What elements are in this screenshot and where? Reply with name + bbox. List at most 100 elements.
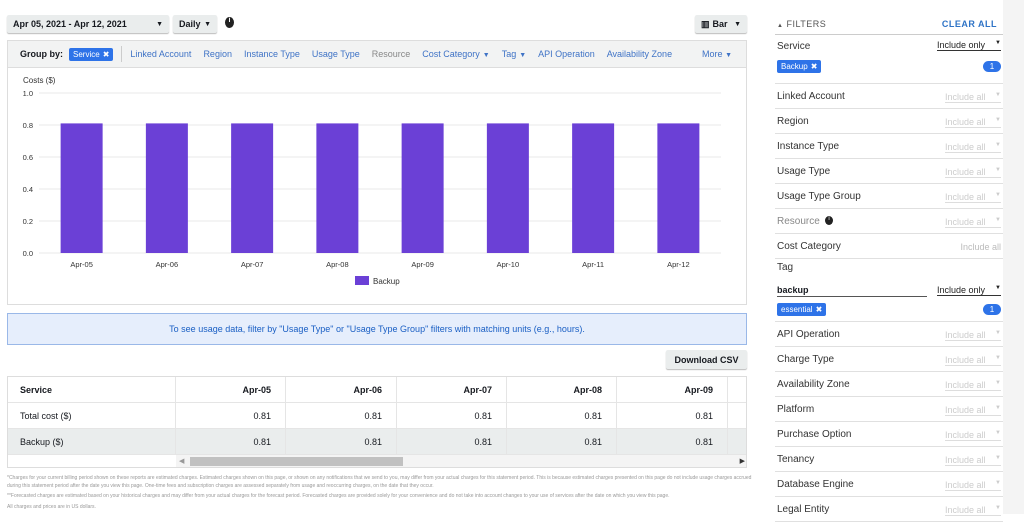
filter-mode-value: Include all xyxy=(945,92,986,102)
caret-down-icon: ▼ xyxy=(995,355,1001,361)
filter-tenancy[interactable]: Tenancy Include all ▼ xyxy=(775,447,1003,472)
filter-mode-select[interactable]: Include all ▼ xyxy=(945,217,1001,228)
bar-Apr-06[interactable] xyxy=(145,123,188,254)
filter-legal-entity[interactable]: Legal Entity Include all ▼ xyxy=(775,497,1003,522)
filter-api-operation[interactable]: API Operation Include all ▼ xyxy=(775,322,1003,347)
x-tick-label: Apr-09 xyxy=(411,260,434,269)
info-icon[interactable]: i xyxy=(825,216,833,225)
filter-mode-value: Include all xyxy=(960,242,1001,252)
filter-mode-value: Include all xyxy=(945,142,986,152)
remove-icon[interactable]: ✖ xyxy=(811,62,818,71)
filter-mode-value: Include only xyxy=(937,40,986,50)
bar-Apr-07[interactable] xyxy=(231,123,274,254)
scroll-left-icon[interactable]: ◀ xyxy=(179,457,184,465)
column-header: Apr-05 xyxy=(176,377,286,402)
filter-availability-zone[interactable]: Availability Zone Include all ▼ xyxy=(775,372,1003,397)
caret-down-icon: ▼ xyxy=(995,405,1001,411)
filter-usage-type-group[interactable]: Usage Type Group Include all ▼ xyxy=(775,184,1003,209)
caret-down-icon: ▼ xyxy=(995,117,1001,123)
filter-mode-select[interactable]: Include all ▼ xyxy=(945,430,1001,441)
filter-region[interactable]: Region Include all ▼ xyxy=(775,109,1003,134)
filters-header[interactable]: ▲ FILTERS xyxy=(777,19,826,29)
column-header: Apr-07 xyxy=(397,377,507,402)
remove-icon[interactable]: ✖ xyxy=(816,305,823,314)
filter-tag: Tag backup Include only ▼ essential ✖ 1 xyxy=(775,259,1003,322)
group-by-option[interactable]: Instance Type xyxy=(244,49,300,59)
filter-chip[interactable]: Backup ✖ xyxy=(777,60,822,73)
filter-label: Tag xyxy=(777,262,794,273)
remove-icon[interactable]: ✖ xyxy=(103,50,110,59)
info-icon[interactable]: i xyxy=(225,17,234,28)
group-by-option[interactable]: Tag ▼ xyxy=(502,49,526,59)
filter-cost-category[interactable]: Cost Category Include all xyxy=(775,234,1003,259)
filter-database-engine[interactable]: Database Engine Include all ▼ xyxy=(775,472,1003,497)
filter-count-badge: 1 xyxy=(983,304,1001,315)
filter-mode-select[interactable]: Include only ▼ xyxy=(937,285,1001,296)
filter-chip[interactable]: essential ✖ xyxy=(777,303,827,316)
filter-instance-type[interactable]: Instance Type Include all ▼ xyxy=(775,134,1003,159)
filter-mode-select[interactable]: Include all ▼ xyxy=(945,117,1001,128)
filter-mode-select[interactable]: Include all ▼ xyxy=(945,380,1001,391)
filter-linked-account[interactable]: Linked Account Include all ▼ xyxy=(775,84,1003,109)
filter-mode-select[interactable]: Include only ▼ xyxy=(937,40,1001,51)
group-by-option[interactable]: API Operation xyxy=(538,49,595,59)
filter-mode-value: Include all xyxy=(945,117,986,127)
page-scroll-area xyxy=(1003,0,1024,514)
table-cell: 0.81 xyxy=(176,403,286,428)
filter-mode-select[interactable]: Include all ▼ xyxy=(945,167,1001,178)
group-by-option[interactable]: Resource xyxy=(372,49,411,59)
bar-Apr-11[interactable] xyxy=(572,123,615,254)
option-label: Usage Type xyxy=(311,49,360,59)
table-cell: Backup ($) xyxy=(8,429,176,454)
filter-mode-select[interactable]: Include all ▼ xyxy=(945,455,1001,466)
legend-label[interactable]: Backup xyxy=(373,277,400,286)
horizontal-scrollbar[interactable]: ◀ ▶ xyxy=(176,455,746,467)
filter-mode-select[interactable]: Include all ▼ xyxy=(945,405,1001,416)
column-header: Apr-08 xyxy=(507,377,617,402)
tag-key-select[interactable]: backup xyxy=(777,285,927,297)
filter-mode-select[interactable]: Include all ▼ xyxy=(945,480,1001,491)
scroll-thumb[interactable] xyxy=(190,457,403,466)
column-header: Apr-06 xyxy=(286,377,397,402)
filter-label: Purchase Option xyxy=(777,429,852,440)
group-by-option[interactable]: Linked Account xyxy=(130,49,191,59)
bar-Apr-08[interactable] xyxy=(316,123,359,254)
granularity-select[interactable]: Daily ▼ xyxy=(173,15,217,33)
filter-charge-type[interactable]: Charge Type Include all ▼ xyxy=(775,347,1003,372)
caret-down-icon: ▼ xyxy=(995,192,1001,198)
filter-mode-select[interactable]: Include all ▼ xyxy=(945,142,1001,153)
chip-label: Service xyxy=(73,49,100,59)
group-by-chip-service[interactable]: Service ✖ xyxy=(69,47,114,61)
group-by-option[interactable]: Availability Zone xyxy=(607,49,672,59)
filters-title: FILTERS xyxy=(786,19,827,29)
filter-label: Availability Zone xyxy=(777,379,850,390)
group-by-option[interactable]: Usage Type xyxy=(312,49,360,59)
filter-mode-select[interactable]: Include all ▼ xyxy=(945,330,1001,341)
bar-Apr-10[interactable] xyxy=(486,123,529,254)
group-by-more[interactable]: More ▼ xyxy=(702,49,732,59)
filter-mode-select[interactable]: Include all ▼ xyxy=(945,192,1001,203)
filter-resource[interactable]: Resource i Include all ▼ xyxy=(775,209,1003,234)
filter-service: Service Include only ▼ Backup ✖ 1 xyxy=(775,34,1003,84)
granularity-value: Daily xyxy=(179,19,201,29)
bar-Apr-05[interactable] xyxy=(60,123,103,254)
clear-all-link[interactable]: CLEAR ALL xyxy=(942,19,997,29)
group-by-option[interactable]: Cost Category ▼ xyxy=(422,49,489,59)
filter-mode-select[interactable]: Include all ▼ xyxy=(945,505,1001,516)
filter-mode-select[interactable]: Include all ▼ xyxy=(945,355,1001,366)
filter-mode-select[interactable]: Include all ▼ xyxy=(945,92,1001,103)
download-csv-button[interactable]: Download CSV xyxy=(666,350,747,369)
caret-down-icon: ▼ xyxy=(995,285,1001,291)
bar-Apr-12[interactable] xyxy=(657,123,700,254)
x-tick-label: Apr-06 xyxy=(156,260,179,269)
group-by-option[interactable]: Region xyxy=(203,49,232,59)
date-range-picker[interactable]: Apr 05, 2021 - Apr 12, 2021 ▼ xyxy=(7,15,169,33)
bar-Apr-09[interactable] xyxy=(401,123,444,254)
y-tick-label: 0.2 xyxy=(23,217,33,226)
filter-purchase-option[interactable]: Purchase Option Include all ▼ xyxy=(775,422,1003,447)
filter-usage-type[interactable]: Usage Type Include all ▼ xyxy=(775,159,1003,184)
y-tick-label: 0.0 xyxy=(23,249,33,258)
chart-type-select[interactable]: ▥ Bar ▼ xyxy=(695,15,747,33)
scroll-right-icon[interactable]: ▶ xyxy=(740,457,745,465)
filter-platform[interactable]: Platform Include all ▼ xyxy=(775,397,1003,422)
